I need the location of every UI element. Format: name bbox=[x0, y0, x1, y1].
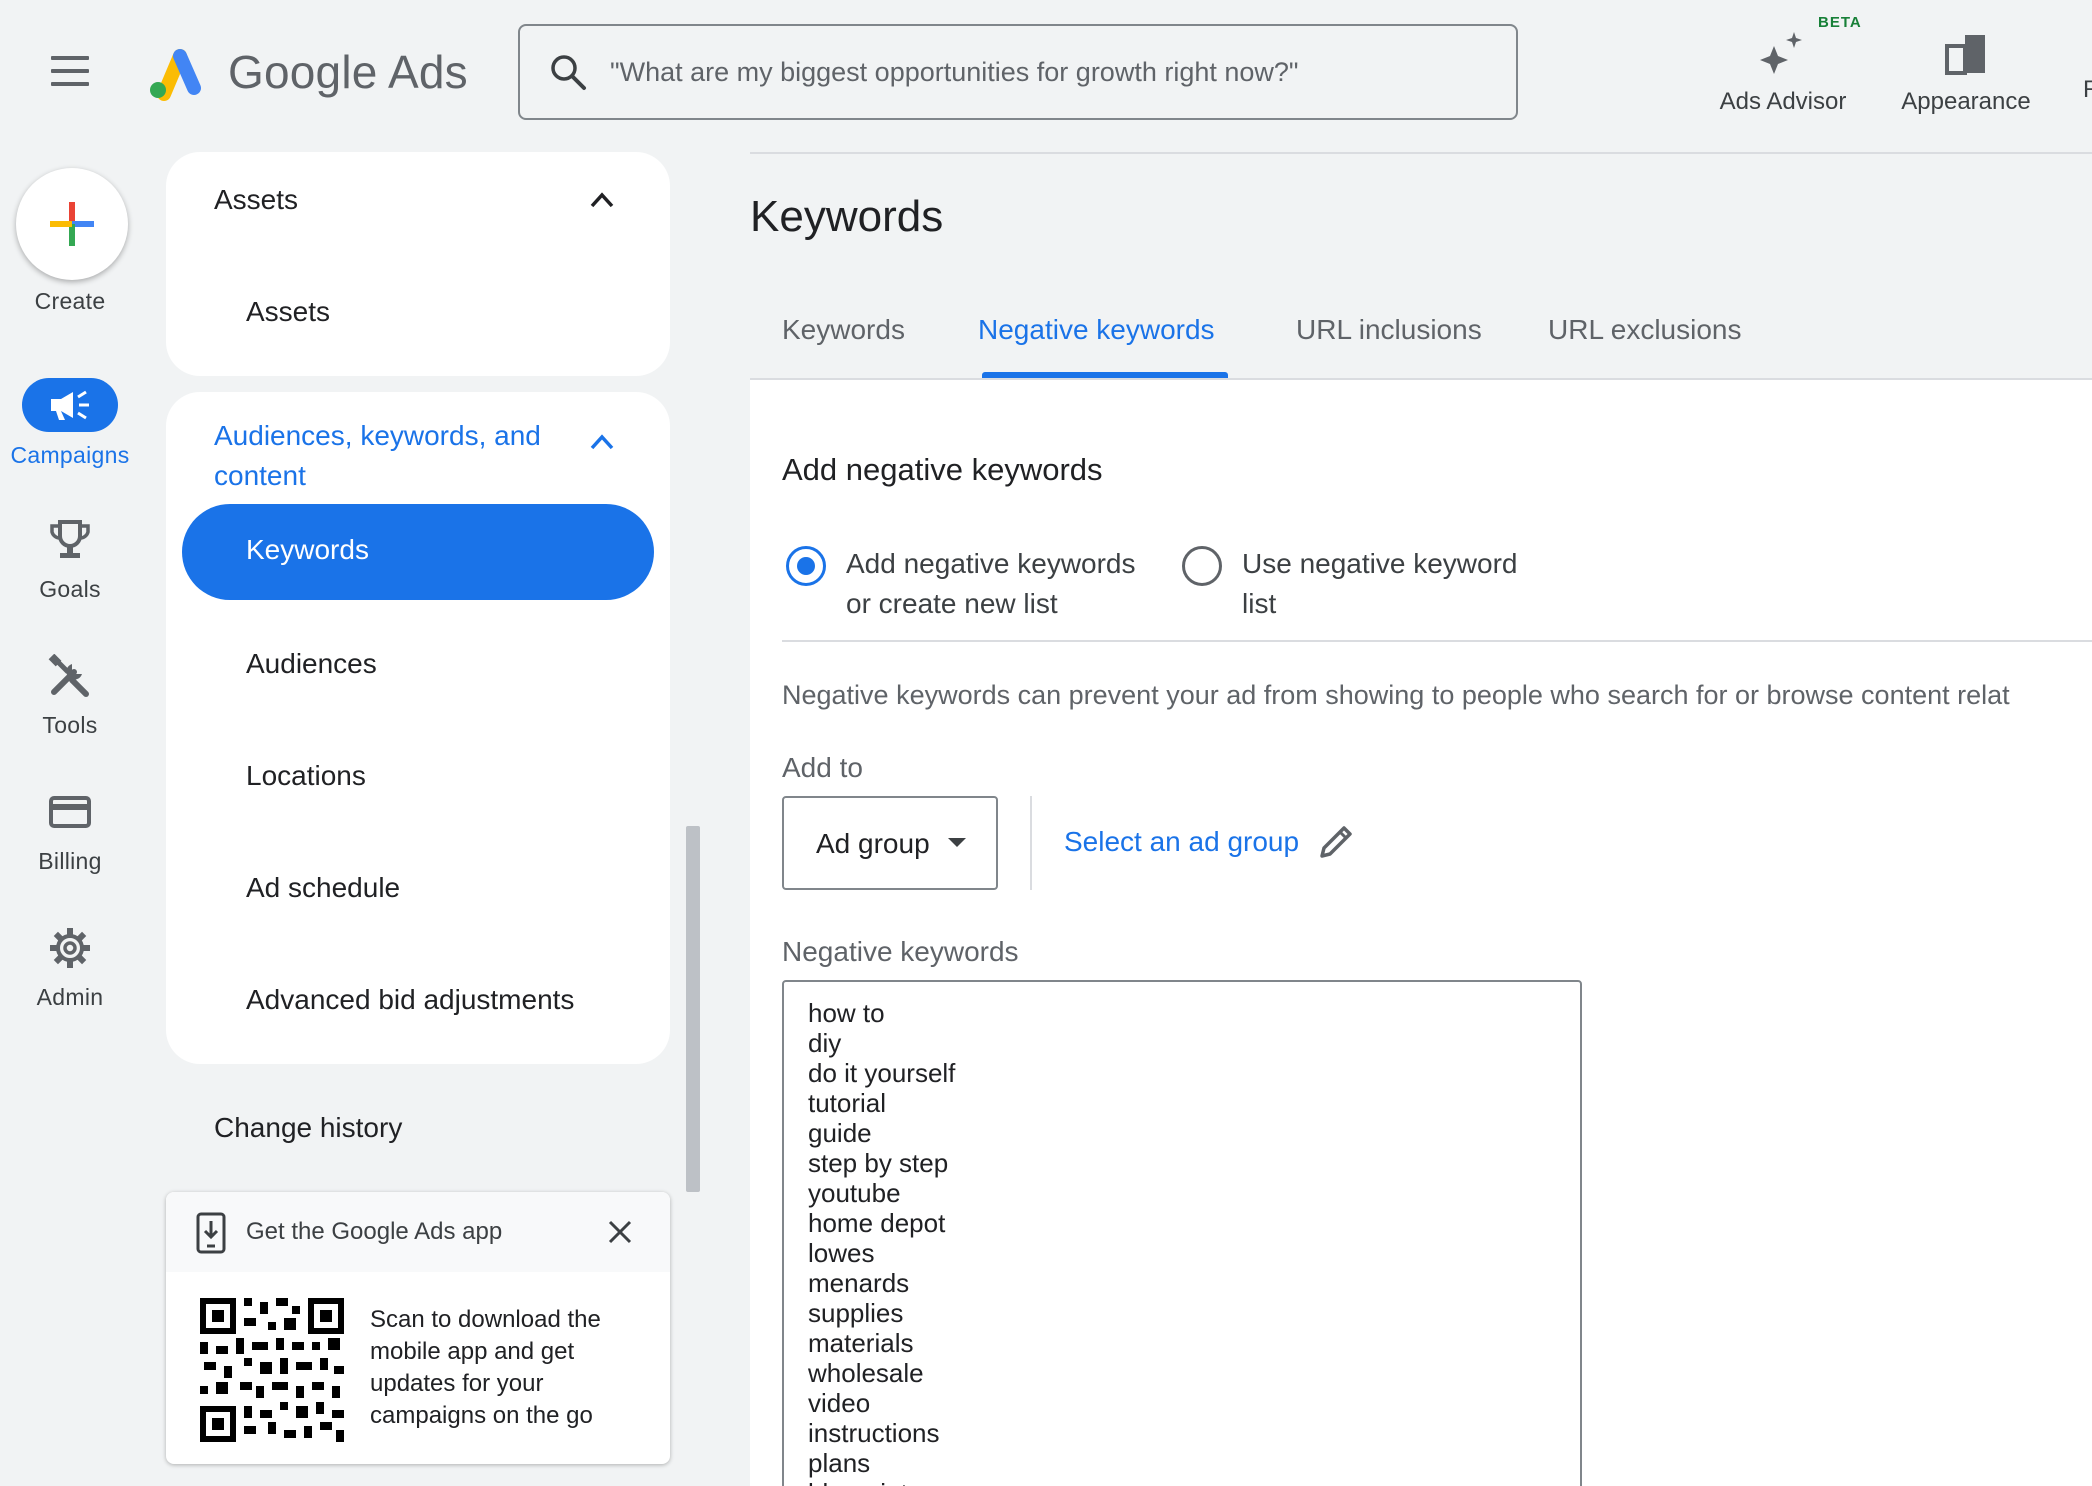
search-icon bbox=[551, 55, 586, 90]
left-rail: Create Campaigns Goals Tools Billing Adm… bbox=[0, 146, 140, 1486]
assets-section: Assets Assets bbox=[166, 152, 670, 376]
rail-admin[interactable]: Admin bbox=[0, 918, 140, 1018]
negative-keywords-label: Negative keywords bbox=[782, 936, 1019, 967]
nav-item-keywords[interactable]: Keywords bbox=[182, 504, 654, 600]
assets-section-title[interactable]: Assets bbox=[214, 184, 298, 216]
brand[interactable]: Google Ads bbox=[142, 40, 468, 104]
nav-item-advanced-bid-adjustments[interactable]: Advanced bid adjustments bbox=[246, 984, 574, 1016]
vertical-divider bbox=[1030, 796, 1032, 890]
qr-code-icon bbox=[200, 1298, 344, 1442]
rail-billing[interactable]: Billing bbox=[0, 782, 140, 882]
nav-item-assets[interactable]: Assets bbox=[246, 296, 330, 328]
keyword-line: materials bbox=[808, 1328, 914, 1358]
tools-label: Tools bbox=[42, 712, 98, 738]
keyword-line: step by step bbox=[808, 1148, 949, 1178]
add-to-label: Add to bbox=[782, 752, 863, 783]
audiences-section: Audiences, keywords, and content Audienc… bbox=[166, 392, 670, 1064]
appearance-icon bbox=[1944, 18, 1988, 76]
goals-label: Goals bbox=[39, 576, 101, 602]
megaphone-icon bbox=[51, 390, 89, 420]
keyword-line: how to bbox=[808, 998, 885, 1028]
keyword-line: supplies bbox=[808, 1298, 904, 1328]
keyword-line: lowes bbox=[808, 1238, 875, 1268]
close-icon[interactable] bbox=[604, 1216, 636, 1248]
keyword-line: guide bbox=[808, 1118, 872, 1148]
admin-label: Admin bbox=[36, 984, 104, 1010]
add-to-value: Ad group bbox=[816, 828, 930, 859]
search-bar[interactable]: "What are my biggest opportunities for g… bbox=[518, 24, 1518, 120]
radio-add-negative-keywords-label[interactable]: Add negative keywords or create new list bbox=[846, 544, 1136, 624]
section-divider bbox=[782, 640, 2092, 642]
keyword-line: home depot bbox=[808, 1208, 946, 1238]
dropdown-caret-icon bbox=[948, 838, 966, 847]
radio-use-negative-keyword-list-label[interactable]: Use negative keyword list bbox=[1242, 544, 1517, 624]
nav-item-locations[interactable]: Locations bbox=[246, 760, 366, 792]
ads-advisor-button[interactable]: Ads Advisor bbox=[1710, 18, 1856, 128]
ads-advisor-label: Ads Advisor bbox=[1719, 88, 1847, 115]
keyword-line: blueprints bbox=[808, 1478, 955, 1486]
select-ad-group-link[interactable]: Select an ad group bbox=[1064, 826, 1299, 858]
radio-add-negative-keywords[interactable] bbox=[786, 546, 826, 586]
keyword-line: youtube bbox=[808, 1178, 901, 1208]
radio-use-negative-keyword-list[interactable] bbox=[1182, 546, 1222, 586]
tab-url-inclusions[interactable]: URL inclusions bbox=[1296, 314, 1482, 346]
section-title: Add negative keywords bbox=[782, 452, 1103, 487]
pencil-icon[interactable] bbox=[1316, 822, 1356, 862]
header-divider bbox=[750, 152, 2092, 154]
nav-item-keywords-label: Keywords bbox=[246, 534, 369, 565]
billing-label: Billing bbox=[38, 848, 102, 874]
keyword-line: wholesale bbox=[808, 1358, 924, 1388]
audiences-section-title[interactable]: Audiences, keywords, and content bbox=[214, 416, 541, 496]
rail-campaigns-button[interactable] bbox=[22, 378, 118, 432]
tab-url-exclusions[interactable]: URL exclusions bbox=[1548, 314, 1741, 346]
tab-keywords[interactable]: Keywords bbox=[782, 314, 905, 346]
keyword-line: tutorial bbox=[808, 1088, 887, 1118]
keyword-line: instructions bbox=[808, 1418, 940, 1448]
top-bar: Google Ads "What are my biggest opportun… bbox=[0, 0, 2092, 146]
app-promo-title: Get the Google Ads app bbox=[246, 1218, 503, 1245]
keyword-line: diy bbox=[808, 1028, 842, 1058]
page-title: Keywords bbox=[750, 192, 944, 241]
google-ads-window: Google Ads "What are my biggest opportun… bbox=[0, 0, 2092, 1486]
app-promo-card: Get the Google Ads app Scan to download … bbox=[166, 1192, 670, 1464]
keyword-line: menards bbox=[808, 1268, 910, 1298]
rail-tools[interactable]: Tools bbox=[0, 646, 140, 746]
campaigns-label: Campaigns bbox=[10, 442, 130, 468]
credit-card-icon bbox=[44, 786, 96, 838]
create-label: Create bbox=[34, 288, 106, 314]
beta-badge: BETA bbox=[1818, 14, 1862, 31]
add-to-dropdown[interactable]: Ad group bbox=[782, 796, 998, 890]
google-ads-logo-icon bbox=[150, 49, 201, 101]
keyword-line: plans bbox=[808, 1448, 871, 1478]
tools-icon bbox=[44, 650, 96, 702]
negative-keywords-list: how to diy do it yourself tutorial guide step… bbox=[808, 998, 955, 1486]
phone-download-icon bbox=[196, 1212, 226, 1254]
chevron-up-icon[interactable] bbox=[584, 182, 620, 218]
negative-keywords-description: Negative keywords can prevent your ad fr… bbox=[782, 680, 2010, 710]
main-menu-button[interactable] bbox=[46, 56, 94, 92]
chevron-up-icon[interactable] bbox=[584, 424, 620, 460]
keyword-line: video bbox=[808, 1388, 871, 1418]
app-promo-body: Scan to download the mobile app and get … bbox=[370, 1306, 601, 1429]
tab-negative-keywords[interactable]: Negative keywords bbox=[978, 314, 1215, 346]
plus-icon bbox=[50, 202, 94, 246]
truncated-action-label[interactable]: R bbox=[2083, 76, 2092, 104]
create-button[interactable] bbox=[16, 168, 128, 280]
keyword-line: do it yourself bbox=[808, 1058, 956, 1088]
nav-item-ad-schedule[interactable]: Ad schedule bbox=[246, 872, 400, 904]
trophy-icon bbox=[44, 514, 96, 566]
app-promo-header: Get the Google Ads app bbox=[166, 1192, 670, 1272]
nav-scrollbar[interactable] bbox=[686, 826, 700, 1192]
nav-item-change-history[interactable]: Change history bbox=[214, 1112, 402, 1144]
appearance-label: Appearance bbox=[1901, 88, 2031, 115]
rail-goals[interactable]: Goals bbox=[0, 510, 140, 610]
search-placeholder: "What are my biggest opportunities for g… bbox=[610, 56, 1299, 87]
brand-name: Google Ads bbox=[228, 46, 468, 98]
sparkle-icon bbox=[1758, 18, 1808, 76]
gear-icon bbox=[44, 922, 96, 974]
nav-item-audiences[interactable]: Audiences bbox=[246, 648, 377, 680]
negative-keywords-textarea[interactable]: how to diy do it yourself tutorial guide step… bbox=[782, 980, 1582, 1486]
appearance-button[interactable]: Appearance bbox=[1896, 18, 2036, 128]
